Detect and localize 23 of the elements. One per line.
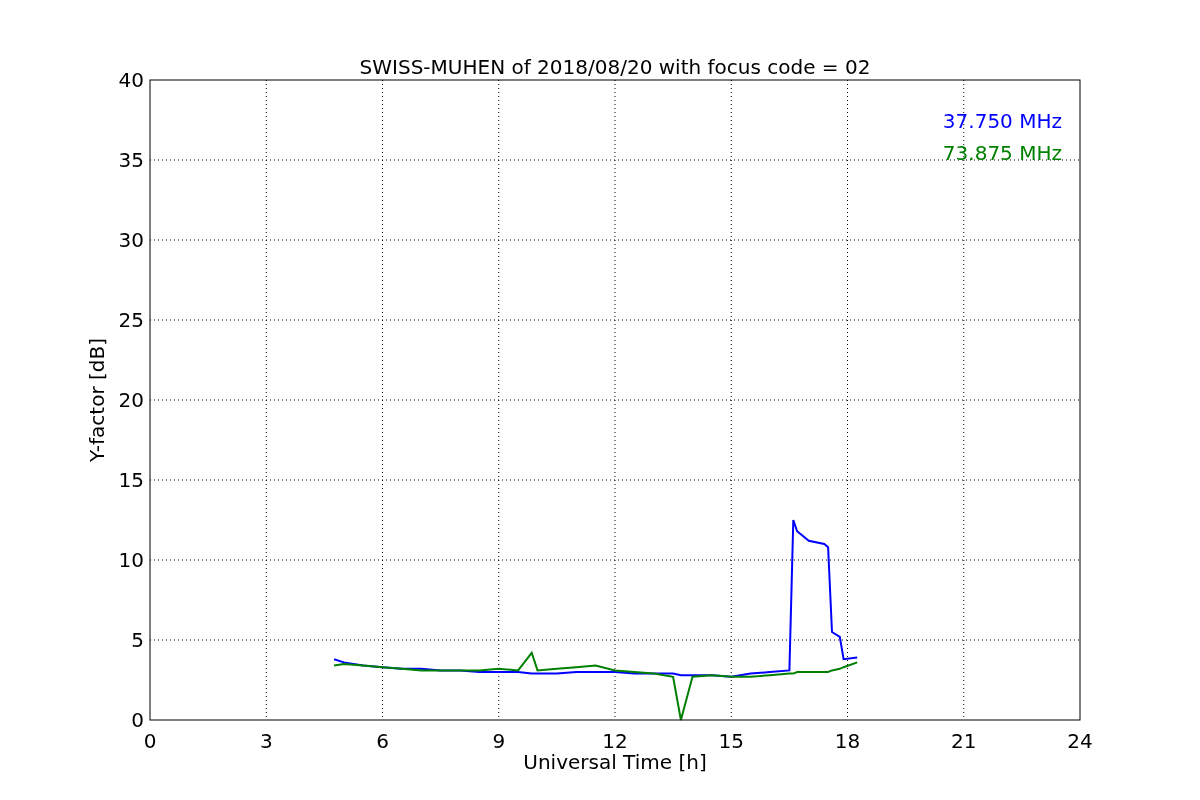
y-tick-label: 35 [118, 148, 144, 172]
x-tick-label: 21 [951, 729, 977, 753]
x-tick-label: 6 [376, 729, 389, 753]
y-axis-label: Y-factor [dB] [85, 338, 109, 462]
y-tick-label: 20 [118, 388, 144, 412]
y-tick-label: 40 [118, 68, 144, 92]
x-tick-label: 3 [259, 729, 273, 753]
x-tick-label: 24 [1067, 729, 1093, 753]
y-tick-label: 10 [118, 548, 144, 572]
x-axis-label: Universal Time [h] [523, 750, 707, 774]
y-tick-label: 5 [131, 628, 144, 652]
x-tick-label: 18 [834, 729, 861, 753]
x-tick-label: 9 [492, 729, 506, 753]
y-tick-label: 25 [118, 308, 144, 332]
x-tick-label: 12 [602, 729, 628, 753]
legend-label: 73.875 MHz [942, 141, 1062, 165]
chart-title: SWISS-MUHEN of 2018/08/20 with focus code = 02 [359, 55, 871, 79]
x-tick-label: 15 [718, 729, 744, 753]
x-tick-label: 0 [143, 729, 157, 753]
y-tick-label: 30 [118, 228, 144, 252]
y-tick-label: 0 [131, 708, 144, 732]
legend-label: 37.750 MHz [942, 109, 1062, 133]
y-tick-label: 15 [118, 468, 144, 492]
